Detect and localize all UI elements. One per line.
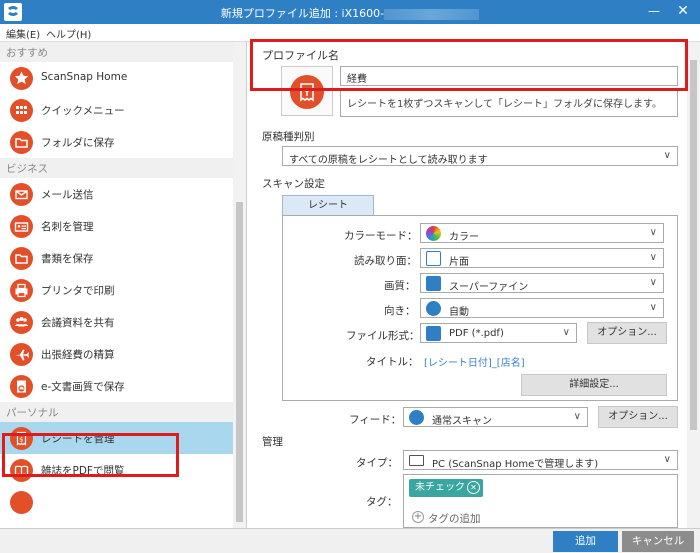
sidebar-item-save-documents[interactable]: 書類を保存 [0, 242, 246, 274]
partial-icon [10, 491, 33, 514]
color-wheel-icon [426, 226, 441, 241]
tags-label: タグ： [366, 496, 398, 508]
pc-monitor-icon [409, 455, 424, 466]
sidebar-item-travel-expense[interactable]: 出張経費の精算 [0, 338, 246, 370]
file-format-select[interactable]: PDF (*.pdf) ∨ [420, 323, 577, 343]
main-scrollbar-thumb[interactable] [690, 60, 697, 430]
advanced-settings-button[interactable]: 詳細設定... [521, 374, 667, 396]
profile-name-header: プロファイル名 [262, 49, 339, 62]
profile-name-input[interactable]: 経費 [340, 66, 678, 86]
sidebar-item-print[interactable]: プリンタで印刷 [0, 274, 246, 306]
add-tag-label[interactable]: タグの追加 [428, 511, 481, 526]
receipt-icon: $ [10, 427, 33, 450]
section-recommended: おすすめ [0, 42, 246, 62]
section-personal: パーソナル [0, 402, 246, 422]
profile-icon-frame [281, 66, 333, 116]
menu-bar: 編集(E) ヘルプ(H) [0, 24, 700, 42]
business-card-icon [10, 215, 33, 238]
svg-text:$: $ [19, 435, 23, 443]
mail-icon [10, 183, 33, 206]
cancel-button[interactable]: キャンセル [622, 531, 694, 552]
chevron-down-icon: ∨ [562, 327, 570, 338]
menu-edit[interactable]: 編集(E) [6, 26, 40, 41]
sidebar-item-scansnap-home[interactable]: ScanSnap Home [0, 62, 246, 94]
book-icon [10, 459, 33, 482]
profile-template-list: おすすめ ScanSnap Home クイックメニュー フォルダに保存 ビジネス… [0, 42, 247, 528]
printer-icon [10, 279, 33, 302]
tag-chip-unchecked[interactable]: 未チェック ✕ [409, 479, 483, 497]
title-value-link[interactable]: [レシート日付]_[店名] [424, 354, 525, 369]
feed-select[interactable]: 通常スキャン ∨ [403, 407, 588, 427]
add-button[interactable]: 追加 [553, 531, 618, 552]
redacted-serial [384, 8, 480, 20]
add-tag-icon[interactable]: + [412, 511, 424, 523]
feed-options-button[interactable]: オプション... [598, 406, 678, 428]
sidebar-item-quick-menu[interactable]: クイックメニュー [0, 94, 246, 126]
chevron-down-icon: ∨ [649, 252, 657, 263]
quality-select[interactable]: スーパーファイン ∨ [420, 273, 664, 293]
feed-label: フィード： [349, 414, 402, 426]
chevron-down-icon: ∨ [649, 227, 657, 238]
doc-type-label: 原稿種判別 [262, 131, 315, 143]
e-document-icon [10, 375, 33, 398]
file-format-options-button[interactable]: オプション... [587, 322, 667, 344]
section-business: ビジネス [0, 158, 246, 178]
remove-tag-icon[interactable]: ✕ [467, 481, 480, 494]
rotate-icon [426, 301, 441, 316]
sidebar-scrollbar-thumb[interactable] [236, 202, 243, 522]
folder-icon [10, 131, 33, 154]
airplane-icon [10, 343, 33, 366]
image-quality-icon [426, 276, 441, 291]
scan-side-label: 読み取り面： [354, 255, 417, 267]
sidebar-item-magazine[interactable]: 雑誌をPDFで閲覧 [0, 454, 246, 486]
color-mode-label: カラーモード： [344, 230, 418, 242]
main-scrollbar[interactable] [687, 42, 700, 528]
star-icon [10, 67, 33, 90]
menu-help[interactable]: ヘルプ(H) [46, 26, 91, 41]
sidebar-item-email[interactable]: メール送信 [0, 178, 246, 210]
grid-icon [10, 99, 33, 122]
type-label: タイプ： [356, 457, 398, 469]
scan-side-select[interactable]: 片面 ∨ [420, 248, 664, 268]
sidebar-item-business-card[interactable]: 名刺を管理 [0, 210, 246, 242]
chevron-down-icon: ∨ [649, 277, 657, 288]
feed-icon [409, 410, 424, 425]
scan-settings-label: スキャン設定 [262, 178, 325, 190]
footer-bar: 追加 キャンセル [0, 528, 700, 553]
sidebar-item-share-meeting[interactable]: 会議資料を共有 [0, 306, 246, 338]
tab-receipt[interactable]: レシート [282, 195, 374, 215]
window-title: 新規プロファイル追加 : iX1600- [0, 5, 700, 21]
title-bar: 新規プロファイル追加 : iX1600- — ✕ [0, 0, 700, 24]
chevron-down-icon: ∨ [573, 411, 581, 422]
people-icon [10, 311, 33, 334]
chevron-down-icon: ∨ [663, 454, 671, 465]
receipt-profile-icon[interactable] [290, 75, 324, 109]
file-format-label: ファイル形式： [346, 330, 420, 342]
doc-type-select[interactable]: すべての原稿をレシートとして読み取ります ∨ [282, 146, 678, 166]
orientation-label: 向き： [384, 305, 416, 317]
sidebar-item-partial[interactable] [0, 486, 246, 518]
manage-label: 管理 [262, 436, 283, 448]
sidebar-item-receipt[interactable]: $ レシートを管理 [0, 422, 246, 454]
type-select[interactable]: PC (ScanSnap Homeで管理します) ∨ [403, 450, 678, 470]
profile-settings-panel: プロファイル名 経費 レシートを1枚ずつスキャンして「レシート」フォルダに保存し… [248, 42, 700, 528]
sidebar-item-save-folder[interactable]: フォルダに保存 [0, 126, 246, 158]
folder-icon [10, 247, 33, 270]
sidebar-scrollbar[interactable] [233, 42, 246, 528]
close-button[interactable]: ✕ [672, 2, 694, 22]
color-mode-select[interactable]: カラー ∨ [420, 223, 664, 243]
single-side-icon [426, 251, 441, 266]
chevron-down-icon: ∨ [649, 302, 657, 313]
title-label: タイトル： [366, 356, 419, 368]
orientation-select[interactable]: 自動 ∨ [420, 298, 664, 318]
pdf-file-icon [426, 326, 441, 341]
sidebar-item-e-document[interactable]: e-文書画質で保存 [0, 370, 246, 402]
profile-description-input[interactable]: レシートを1枚ずつスキャンして「レシート」フォルダに保存します。 [340, 89, 678, 117]
chevron-down-icon: ∨ [663, 150, 671, 161]
minimize-button[interactable]: — [644, 2, 664, 22]
quality-label: 画質： [384, 280, 416, 292]
